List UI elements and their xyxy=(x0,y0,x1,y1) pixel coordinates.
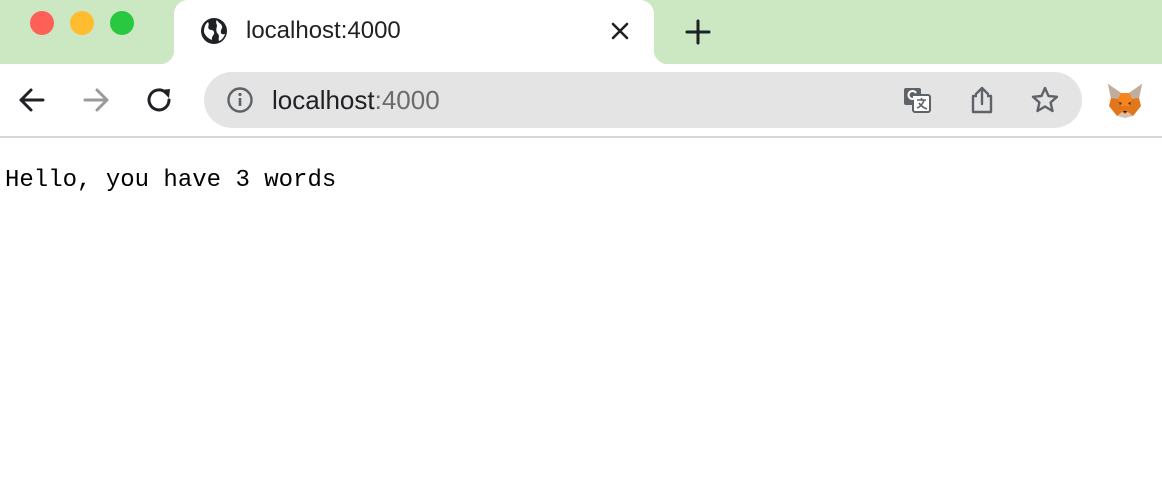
url-text[interactable]: localhost:4000 xyxy=(272,83,440,117)
forward-arrow-icon[interactable] xyxy=(80,84,112,116)
url-host: localhost xyxy=(272,85,375,115)
address-bar[interactable]: localhost:4000 xyxy=(204,72,1082,128)
globe-icon xyxy=(201,18,227,44)
back-arrow-icon[interactable] xyxy=(16,84,48,116)
metamask-fox-icon[interactable] xyxy=(1106,82,1144,118)
minimize-window-button[interactable] xyxy=(70,11,94,35)
page-content: Hello, you have 3 words xyxy=(0,138,1162,492)
close-icon[interactable] xyxy=(608,19,632,43)
tab-strip: localhost:4000 xyxy=(0,0,1162,64)
page-text: Hello, you have 3 words xyxy=(5,167,337,194)
maximize-window-button[interactable] xyxy=(110,11,134,35)
info-icon[interactable] xyxy=(226,86,254,114)
translate-icon[interactable] xyxy=(902,85,932,115)
star-icon[interactable] xyxy=(1030,85,1060,115)
browser-window: localhost:4000 localhost:4000 Hello, you… xyxy=(0,0,1162,492)
toolbar: localhost:4000 xyxy=(0,64,1162,138)
share-icon[interactable] xyxy=(967,85,997,115)
url-port: :4000 xyxy=(374,85,440,115)
tab-title: localhost:4000 xyxy=(246,17,401,44)
close-window-button[interactable] xyxy=(30,11,54,35)
reload-icon[interactable] xyxy=(144,84,176,116)
plus-icon[interactable] xyxy=(684,18,712,46)
active-tab[interactable]: localhost:4000 xyxy=(160,0,668,64)
